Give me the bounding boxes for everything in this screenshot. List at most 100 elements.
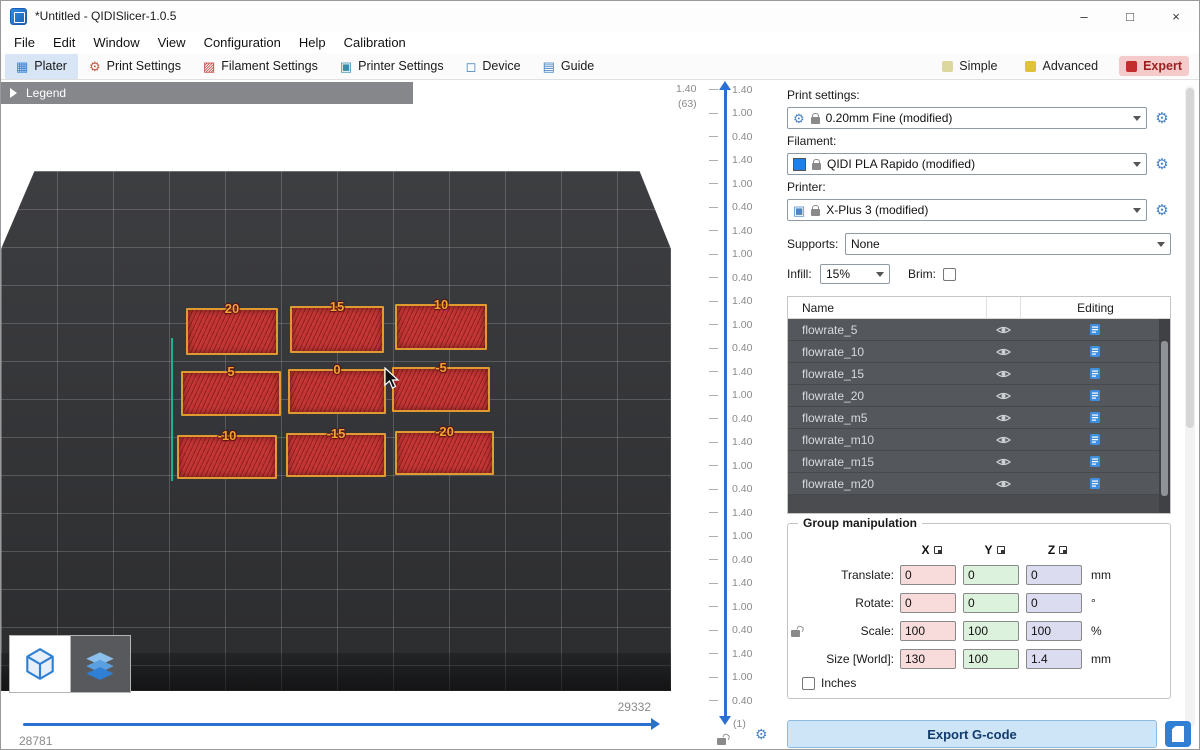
tab-device[interactable]: ◻ Device [455, 54, 532, 79]
tab-guide[interactable]: ▤ Guide [532, 54, 606, 79]
tab-plater[interactable]: ▦ Plater [5, 54, 78, 79]
visibility-eye-icon[interactable] [986, 391, 1020, 401]
preview-view-button[interactable] [70, 636, 131, 692]
printer-gear-button[interactable]: ⚙ [1153, 201, 1171, 219]
export-to-sd-button[interactable] [1165, 721, 1191, 747]
filament-combo[interactable]: QIDI PLA Rapido (modified) [787, 153, 1147, 175]
object-editing-icon[interactable] [1020, 477, 1170, 490]
object-list-row[interactable]: flowrate_5 [788, 319, 1170, 341]
calibration-object[interactable]: -20 [395, 431, 494, 475]
menu-item[interactable]: Help [290, 33, 335, 52]
scale-z-input[interactable] [1026, 621, 1082, 641]
tab-filament-settings[interactable]: ▨ Filament Settings [192, 54, 329, 79]
uniform-scale-lock-icon[interactable] [791, 630, 800, 637]
object-name[interactable]: flowrate_20 [788, 389, 986, 403]
menu-item[interactable]: Calibration [335, 33, 415, 52]
legend-bar[interactable]: Legend [1, 82, 413, 104]
translate-x-input[interactable] [900, 565, 956, 585]
object-list-row[interactable]: flowrate_15 [788, 363, 1170, 385]
print-settings-combo[interactable]: ⚙ 0.20mm Fine (modified) [787, 107, 1147, 129]
object-list-row[interactable]: flowrate_m15 [788, 451, 1170, 473]
rotate-y-input[interactable] [963, 593, 1019, 613]
menu-item[interactable]: File [5, 33, 44, 52]
supports-combo[interactable]: None [845, 233, 1171, 255]
slider-lock-icon[interactable] [717, 738, 726, 745]
panel-scrollbar-thumb[interactable] [1186, 88, 1194, 428]
brim-checkbox[interactable] [943, 268, 956, 281]
object-editing-icon[interactable] [1020, 411, 1170, 424]
visibility-eye-icon[interactable] [986, 479, 1020, 489]
object-name[interactable]: flowrate_10 [788, 345, 986, 359]
infill-combo[interactable]: 15% [820, 264, 890, 284]
axis-y-world-icon[interactable] [997, 546, 1005, 554]
maximize-button[interactable]: □ [1107, 1, 1153, 31]
calibration-object[interactable]: 10 [395, 304, 487, 350]
layer-slider-bottom-handle[interactable] [719, 716, 731, 725]
filament-gear-button[interactable]: ⚙ [1153, 155, 1171, 173]
object-editing-icon[interactable] [1020, 433, 1170, 446]
translate-y-input[interactable] [963, 565, 1019, 585]
object-editing-icon[interactable] [1020, 323, 1170, 336]
printer-combo[interactable]: ▣ X-Plus 3 (modified) [787, 199, 1147, 221]
size-x-input[interactable] [900, 649, 956, 669]
calibration-object[interactable]: -10 [177, 435, 277, 479]
scale-y-input[interactable] [963, 621, 1019, 641]
print-settings-gear-button[interactable]: ⚙ [1153, 109, 1171, 127]
object-list-row[interactable]: flowrate_m20 [788, 473, 1170, 495]
viewport-3d[interactable]: Legend 20 15 10 5 [1, 80, 671, 750]
object-list-row[interactable]: flowrate_m10 [788, 429, 1170, 451]
close-button[interactable]: × [1153, 1, 1199, 31]
calibration-object[interactable]: 15 [290, 306, 384, 353]
visibility-eye-icon[interactable] [986, 325, 1020, 335]
object-editing-icon[interactable] [1020, 389, 1170, 402]
menu-item[interactable]: Window [84, 33, 148, 52]
inches-checkbox[interactable] [802, 677, 815, 690]
mode-simple[interactable]: Simple [935, 56, 1004, 76]
move-slider-arrow-icon[interactable] [651, 718, 660, 730]
size-z-input[interactable] [1026, 649, 1082, 669]
calibration-object[interactable]: 5 [181, 371, 281, 416]
visibility-eye-icon[interactable] [986, 369, 1020, 379]
object-editing-icon[interactable] [1020, 455, 1170, 468]
translate-z-input[interactable] [1026, 565, 1082, 585]
object-name[interactable]: flowrate_m5 [788, 411, 986, 425]
visibility-eye-icon[interactable] [986, 457, 1020, 467]
object-editing-icon[interactable] [1020, 367, 1170, 380]
export-gcode-button[interactable]: Export G-code [787, 720, 1157, 748]
menu-item[interactable]: Configuration [195, 33, 290, 52]
object-name[interactable]: flowrate_5 [788, 323, 986, 337]
axis-z-world-icon[interactable] [1059, 546, 1067, 554]
visibility-eye-icon[interactable] [986, 347, 1020, 357]
object-list-scrollbar[interactable] [1159, 319, 1170, 513]
scale-x-input[interactable] [900, 621, 956, 641]
calibration-object[interactable]: 0 [288, 369, 386, 414]
scrollbar-thumb[interactable] [1161, 341, 1168, 496]
calibration-object[interactable]: -5 [392, 367, 490, 412]
visibility-eye-icon[interactable] [986, 435, 1020, 445]
menu-item[interactable]: View [149, 33, 195, 52]
editor-view-button[interactable] [10, 636, 70, 692]
object-name[interactable]: flowrate_15 [788, 367, 986, 381]
visibility-eye-icon[interactable] [986, 413, 1020, 423]
rotate-x-input[interactable] [900, 593, 956, 613]
panel-scrollbar[interactable] [1185, 86, 1195, 728]
minimize-button[interactable]: – [1061, 1, 1107, 31]
menu-item[interactable]: Edit [44, 33, 84, 52]
object-name[interactable]: flowrate_m10 [788, 433, 986, 447]
size-y-input[interactable] [963, 649, 1019, 669]
slider-gear-icon[interactable]: ⚙ [755, 726, 768, 743]
horizontal-move-slider[interactable] [23, 723, 653, 726]
calibration-object[interactable]: 20 [186, 308, 278, 355]
object-list-row[interactable]: flowrate_10 [788, 341, 1170, 363]
object-list-row[interactable]: flowrate_20 [788, 385, 1170, 407]
object-editing-icon[interactable] [1020, 345, 1170, 358]
mode-advanced[interactable]: Advanced [1018, 56, 1105, 76]
mode-expert[interactable]: Expert [1119, 56, 1189, 76]
tab-print-settings[interactable]: ⚙ Print Settings [78, 54, 192, 79]
calibration-object[interactable]: -15 [286, 433, 386, 477]
rotate-z-input[interactable] [1026, 593, 1082, 613]
tab-printer-settings[interactable]: ▣ Printer Settings [329, 54, 455, 79]
object-list-row[interactable]: flowrate_m5 [788, 407, 1170, 429]
axis-x-world-icon[interactable] [934, 546, 942, 554]
object-name[interactable]: flowrate_m15 [788, 455, 986, 469]
